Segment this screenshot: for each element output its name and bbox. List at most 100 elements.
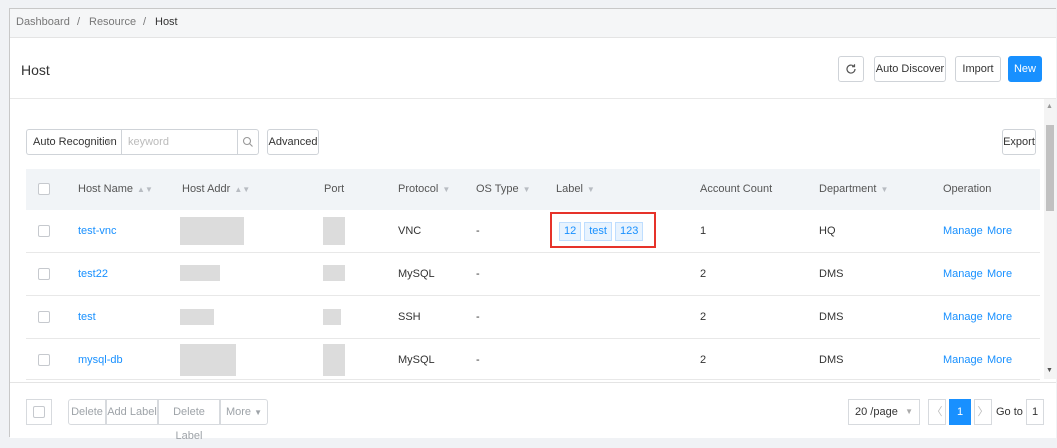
os-type-cell: - [476,354,480,366]
breadcrumb-resource[interactable]: Resource [89,16,136,28]
filter-icon: ▼ [880,185,889,194]
os-type-cell: - [476,311,480,323]
goto-label: Go to [996,406,1023,418]
column-protocol[interactable]: Protocol ▼ [398,169,450,210]
more-link[interactable]: More [987,339,1012,381]
prev-page-button[interactable]: 〈 [928,399,946,425]
next-page-button[interactable]: 〉 [974,399,992,425]
column-host-addr[interactable]: Host Addr ▲▼ [182,169,250,210]
port-redacted [323,309,341,325]
filter-icon: ▼ [586,185,595,194]
breadcrumb-separator: / [143,16,147,28]
title-bar: Host Auto Discover Import New [10,38,1056,99]
host-addr-redacted [180,309,214,325]
footer-select-all-button[interactable] [26,399,52,425]
search-icon [242,136,253,147]
protocol-cell: VNC [398,225,422,237]
department-cell: DMS [819,268,844,280]
protocol-cell: SSH [398,311,421,323]
refresh-button[interactable] [838,56,864,82]
scrollbar-thumb[interactable] [1046,125,1054,211]
table-header: Host Name ▲▼ Host Addr ▲▼ Port Protocol ▼ O… [26,169,1040,210]
account-count-cell: 2 [700,354,707,366]
table-footer: Delete Add Label Delete Label More ▼ 20 … [10,382,1056,442]
filter-icon: ▼ [522,185,531,194]
breadcrumb: Dashboard / Resource / Host [10,9,1056,38]
sort-icon: ▲▼ [137,185,153,194]
column-port: Port [324,183,345,195]
vertical-scrollbar[interactable]: ▲ ▼ [1044,99,1056,379]
table-row: test22 MySQL - 2 DMS Manage More [26,253,1040,296]
scroll-up-icon[interactable]: ▲ [1046,103,1053,110]
column-account-count: Account Count [700,183,773,195]
more-link[interactable]: More [987,210,1012,252]
breadcrumb-separator: / [77,16,81,28]
filter-icon: ▼ [442,185,451,194]
sort-icon: ▲▼ [234,185,251,194]
auto-discover-button[interactable]: Auto Discover [874,56,946,82]
page-size-select[interactable]: 20 /page ▼ [848,399,920,425]
more-actions-button[interactable]: More ▼ [220,399,268,425]
column-host-name[interactable]: Host Name ▲▼ [78,169,153,210]
app-frame: Dashboard / Resource / Host Host Auto Di… [9,8,1056,442]
goto-input[interactable]: 1 [1026,399,1044,425]
column-department[interactable]: Department ▼ [819,169,888,210]
advanced-button[interactable]: Advanced [267,129,319,155]
port-redacted [323,344,345,376]
table-row: test SSH - 2 DMS Manage More [26,296,1040,339]
page-1-button[interactable]: 1 [949,399,971,425]
recognition-select[interactable]: Auto Recognition ▼ [26,129,121,155]
table-row: mysql-db MySQL - 2 DMS Manage More [26,339,1040,380]
add-label-button[interactable]: Add Label [106,399,158,425]
os-type-cell: - [476,225,480,237]
delete-label-button[interactable]: Delete Label [158,399,220,442]
account-count-cell: 1 [700,225,707,237]
scroll-down-icon[interactable]: ▼ [1046,367,1053,374]
more-link[interactable]: More [987,296,1012,338]
row-checkbox[interactable] [38,311,50,323]
breadcrumb-host: Host [155,16,178,28]
os-type-cell: - [476,268,480,280]
host-name-link[interactable]: test22 [78,253,108,295]
protocol-cell: MySQL [398,268,435,280]
refresh-icon [846,64,856,74]
column-label[interactable]: Label ▼ [556,169,595,210]
row-checkbox[interactable] [38,268,50,280]
port-redacted [323,217,345,245]
host-name-link[interactable]: mysql-db [78,339,123,381]
manage-link[interactable]: Manage [943,339,983,381]
select-all-footer-checkbox[interactable] [33,406,45,418]
row-checkbox[interactable] [38,354,50,366]
dropdown-arrow-icon: ▼ [905,407,913,416]
host-addr-redacted [180,344,236,376]
select-all-checkbox[interactable] [38,183,50,195]
row-checkbox[interactable] [38,225,50,237]
port-redacted [323,265,345,281]
column-operation: Operation [943,183,992,195]
protocol-cell: MySQL [398,354,435,366]
column-os-type[interactable]: OS Type ▼ [476,169,531,210]
table-row: test-vnc VNC - 12 test 123 1 HQ Manage Mor… [26,210,1040,253]
breadcrumb-dashboard[interactable]: Dashboard [16,16,70,28]
highlight-box [550,212,656,248]
dropdown-arrow-icon: ▼ [104,137,113,147]
new-button[interactable]: New [1008,56,1042,82]
department-cell: DMS [819,354,844,366]
manage-link[interactable]: Manage [943,296,983,338]
export-button[interactable]: Export [1002,129,1036,155]
import-button[interactable]: Import [955,56,1001,82]
host-name-link[interactable]: test [78,296,96,338]
account-count-cell: 2 [700,268,707,280]
delete-button[interactable]: Delete [68,399,106,425]
account-count-cell: 2 [700,311,707,323]
department-cell: DMS [819,311,844,323]
host-name-link[interactable]: test-vnc [78,210,117,252]
keyword-input[interactable]: keyword [121,129,238,155]
more-link[interactable]: More [987,253,1012,295]
manage-link[interactable]: Manage [943,253,983,295]
department-cell: HQ [819,225,836,237]
search-button[interactable] [237,129,259,155]
manage-link[interactable]: Manage [943,210,983,252]
dropdown-arrow-icon: ▼ [254,408,263,417]
page-title: Host [21,62,50,78]
